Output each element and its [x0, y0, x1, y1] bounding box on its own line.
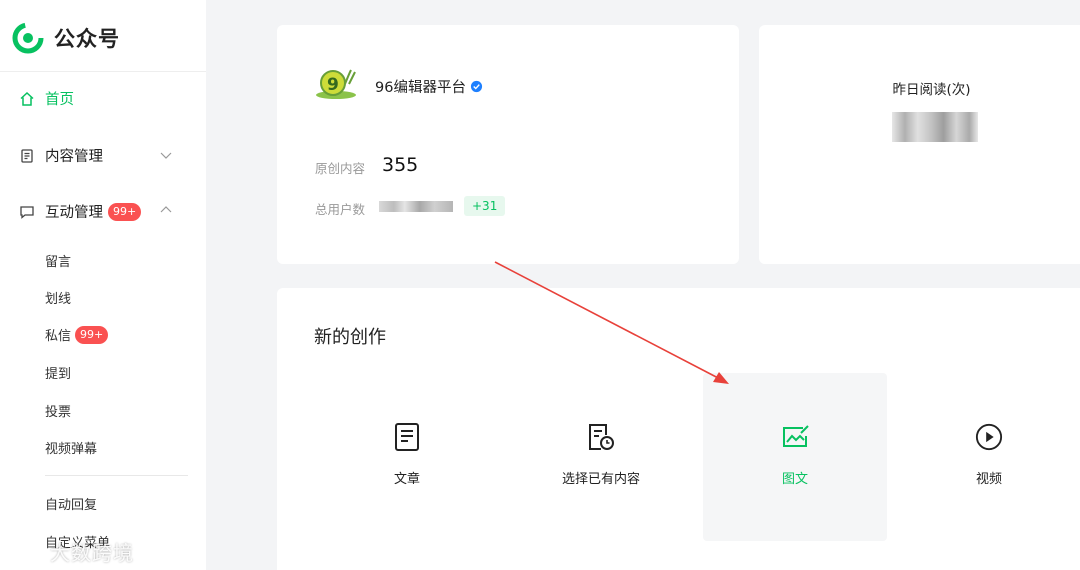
sidebar-subitem-label: 提到 [45, 367, 72, 382]
sidebar-item-content-management[interactable]: 内容管理 [18, 145, 103, 166]
select-existing-content-button[interactable]: 选择已有内容 [509, 373, 693, 541]
users-delta-badge: +31 [464, 196, 506, 216]
sidebar-item-interaction-management[interactable]: 互动管理 99+ [18, 201, 142, 222]
sidebar-subitem-label: 私信 [45, 329, 72, 344]
verified-icon [470, 80, 483, 93]
total-users-value-redacted [379, 201, 453, 212]
sidebar-subitem-underline[interactable]: 划线 [45, 288, 71, 307]
tile-label: 文章 [393, 472, 420, 487]
tile-label: 图文 [781, 472, 808, 487]
sidebar-item-label: 互动管理 [45, 205, 103, 221]
yesterday-reads-label: 昨日阅读(次) [892, 82, 971, 98]
create-image-post-button[interactable]: 图文 [703, 373, 887, 541]
sidebar-item-label: 首页 [45, 92, 74, 108]
notification-badge: 99+ [75, 325, 109, 344]
new-creation-card: 新的创作 文章 选择已有内容 图文 视频 [277, 288, 1080, 570]
comment-icon [18, 203, 36, 221]
sidebar-subitem-label: 投票 [45, 405, 72, 420]
document-icon [18, 147, 36, 165]
account-name: 96编辑器平台 [375, 76, 483, 97]
avatar[interactable]: 9 [315, 66, 357, 100]
sidebar-subitem-messages[interactable]: 私信 99+ [45, 325, 109, 344]
sidebar-item-label: 自动回复 [45, 498, 98, 513]
sidebar-item-home[interactable]: 首页 [18, 88, 74, 109]
home-icon [18, 90, 36, 108]
sidebar-subitem-mentions[interactable]: 提到 [45, 363, 71, 382]
wechat-mp-logo-icon [12, 22, 44, 54]
sidebar-subitem-label: 留言 [45, 255, 72, 270]
sidebar-item-auto-reply[interactable]: 自动回复 [45, 494, 97, 513]
account-name-text: 96编辑器平台 [375, 80, 466, 96]
tile-label: 选择已有内容 [561, 472, 640, 487]
watermark-text: 大数跨境 [50, 541, 134, 565]
original-content-label: 原创内容 [315, 161, 366, 176]
create-article-button[interactable]: 文章 [315, 373, 499, 541]
divider [45, 475, 188, 476]
article-icon [393, 421, 421, 453]
watermark-logo-icon [11, 543, 44, 560]
account-profile-card: 9 96编辑器平台 原创内容 355 总用户数 +31 [277, 25, 739, 264]
existing-content-icon [587, 421, 615, 453]
chevron-up-icon[interactable] [159, 203, 173, 217]
section-title: 新的创作 [314, 327, 386, 348]
total-users-label: 总用户数 [315, 202, 366, 217]
create-video-button[interactable]: 视频 [897, 373, 1080, 541]
sidebar-subitem-label: 划线 [45, 292, 72, 307]
svg-text:9: 9 [327, 75, 339, 95]
divider [0, 71, 206, 72]
video-play-icon [975, 421, 1003, 453]
tile-label: 视频 [975, 472, 1002, 487]
sidebar-subitem-comments[interactable]: 留言 [45, 251, 71, 270]
watermark: 大数跨境 [10, 537, 134, 566]
image-post-icon [781, 421, 809, 453]
sidebar-subitem-video-danmaku[interactable]: 视频弹幕 [45, 438, 97, 457]
notification-badge: 99+ [108, 202, 142, 221]
sidebar-subitem-votes[interactable]: 投票 [45, 401, 71, 420]
brand[interactable]: 公众号 [12, 22, 120, 54]
chevron-down-icon[interactable] [159, 148, 173, 162]
yesterday-reads-card: 昨日阅读(次) [759, 25, 1080, 264]
original-content-value: 355 [382, 154, 419, 176]
sidebar: 公众号 首页 内容管理 互动管理 99+ 留言 划线 私信 99+ 提到 投票 … [0, 0, 206, 570]
sidebar-item-label: 内容管理 [45, 149, 103, 165]
yesterday-reads-value-redacted [892, 112, 978, 142]
sidebar-subitem-label: 视频弹幕 [45, 442, 98, 457]
brand-name: 公众号 [54, 27, 120, 51]
